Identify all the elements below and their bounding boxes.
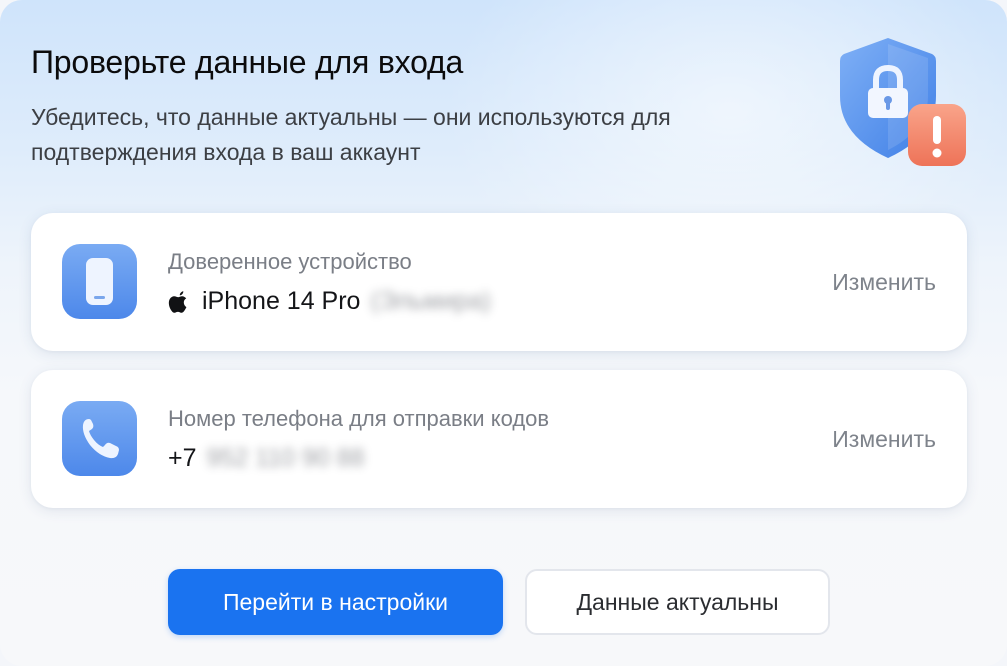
trusted-device-value: iPhone 14 Pro (Эльмира) (168, 287, 491, 316)
data-up-to-date-button[interactable]: Данные актуальны (525, 569, 830, 635)
phone-number-label: Номер телефона для отправки кодов (168, 406, 550, 431)
trusted-device-row: Доверенное устройство iPhone 14 Pro (Эль… (31, 213, 967, 351)
phone-number-row: Номер телефона для отправки кодов +7 952… (31, 370, 967, 508)
go-to-settings-button[interactable]: Перейти в настройки (168, 569, 503, 635)
phone-number-value: +7 952 110 90 88 (168, 444, 365, 473)
shield-lock-warning-icon (840, 38, 966, 166)
change-device-button[interactable]: Изменить (832, 269, 936, 296)
dialog-subtitle: Убедитесь, что данные актуальны — они ис… (31, 104, 671, 165)
dialog-title: Проверьте данные для входа (31, 44, 464, 80)
change-phone-button[interactable]: Изменить (832, 426, 936, 453)
phone-number-blurred: 952 110 90 88 (206, 444, 365, 472)
device-owner-blurred: (Эльмира) (370, 287, 491, 315)
trusted-device-label: Доверенное устройство (168, 249, 412, 274)
phone-prefix: +7 (168, 444, 197, 472)
phone-handset-icon (62, 401, 137, 476)
login-data-check-dialog: Проверьте данные для входа Убедитесь, чт… (0, 0, 1007, 666)
device-name: iPhone 14 Pro (202, 287, 361, 315)
apple-icon (168, 290, 187, 313)
smartphone-icon (62, 244, 137, 319)
